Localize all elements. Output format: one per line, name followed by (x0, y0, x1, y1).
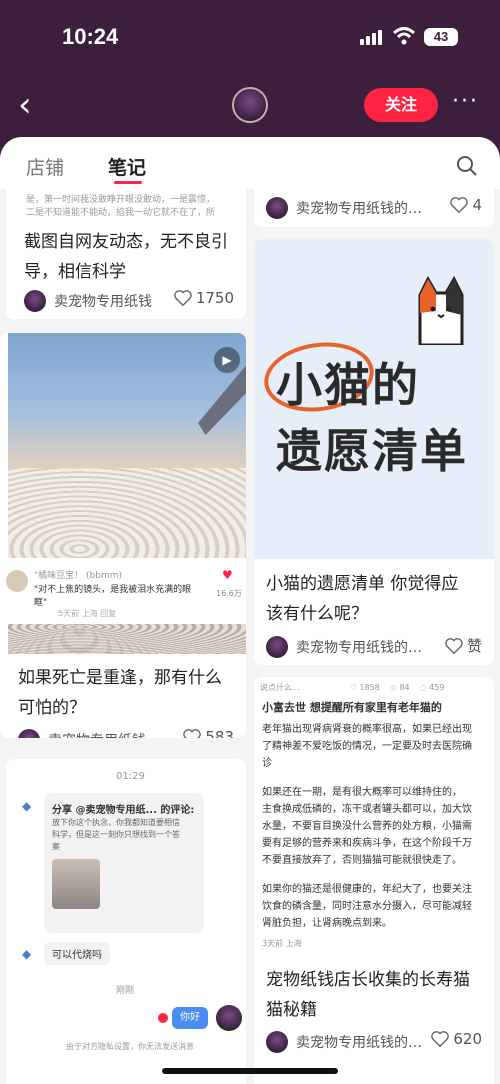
avatar[interactable] (266, 636, 288, 658)
image-text-line: 是，第一时间我没敢睁开眼没敢动，一是震惊， (26, 195, 216, 205)
like-count: 1750 (195, 289, 234, 307)
note-cover-text: 说点什么... ♡ 1858 ☆ 84 ◌ 459 小富去世 想提醒所有家里有老… (260, 683, 472, 948)
tab-bar: 店铺 笔记 (0, 137, 500, 189)
back-icon[interactable]: ‹ (18, 85, 32, 125)
avatar[interactable] (24, 290, 46, 312)
active-tab-indicator (114, 181, 142, 184)
cat-illustration (418, 275, 464, 345)
heart-icon (183, 729, 202, 738)
cover-image: 小猫的 遗愿清单 (254, 239, 494, 559)
note-meta: 卖宠物专用纸钱 1750 (6, 286, 246, 316)
shop-avatar[interactable] (232, 87, 268, 123)
note-title: 宠物纸钱店长收集的长寿猫 猫秘籍 (266, 970, 470, 1020)
note-card[interactable]: 卖宠物专用纸钱的… 4 (254, 189, 494, 227)
heart-icon (174, 290, 192, 307)
avatar[interactable] (18, 729, 40, 738)
search-icon[interactable] (456, 155, 478, 177)
follow-button[interactable]: 关注 (364, 88, 438, 122)
author-name: 卖宠物专用纸钱 (54, 294, 152, 310)
author-name: 卖宠物专用纸钱的… (296, 1035, 422, 1051)
note-title: 截图自网友动态，无不良引 导，相信科学 (24, 232, 228, 282)
like-button[interactable]: 赞 (445, 635, 482, 656)
author-name: 卖宠物专用纸钱的… (296, 640, 422, 656)
avatar (216, 1005, 242, 1031)
diamond-icon: ◆ (22, 799, 32, 813)
video-thumbnail: ▶ (8, 333, 246, 558)
chat-screenshot: 01:29 ◆ 分享 @卖宠物专用纸... 的评论: 放下你这个执念，你我都知道… (6, 759, 246, 1069)
like-button[interactable]: 1750 (174, 289, 234, 307)
top-nav: ‹ 关注 ··· (0, 75, 500, 137)
status-bar: 10:24 43 (0, 0, 500, 75)
like-count: 583 (205, 728, 234, 738)
image-text-line: 二是不知道能不能动，掐我一动它就不在了，所 (26, 208, 216, 218)
note-title: 如果死亡是重逢，那有什么 可怕的？ (18, 668, 222, 718)
battery-indicator: 43 (424, 28, 458, 46)
home-indicator[interactable] (162, 1068, 338, 1074)
cover-text: 小猫的 (276, 358, 420, 412)
heart-icon: ♥ (222, 568, 233, 582)
wifi-icon (392, 27, 416, 45)
tab-shop[interactable]: 店铺 (26, 153, 64, 180)
shared-comment-bubble: 分享 @卖宠物专用纸... 的评论: 放下你这个执念，你我都知道要相信 科学，但是… (44, 793, 204, 933)
heart-icon (450, 197, 469, 214)
status-time: 10:24 (62, 24, 119, 49)
heart-icon (445, 637, 463, 654)
note-card[interactable]: 是，第一时间我没敢睁开眼没敢动，一是震惊， 二是不知道能不能动，掐我一动它就不在… (6, 189, 246, 319)
shared-image-thumb (52, 859, 100, 909)
error-icon (158, 1013, 168, 1023)
cover-text: 遗愿清单 (276, 424, 468, 478)
note-card[interactable]: 小猫的 遗愿清单 小猫的遗愿清单 你觉得应 该有什么呢？ 卖宠物专用纸钱的… 赞 (254, 239, 494, 665)
like-button[interactable]: 4 (450, 196, 482, 214)
play-icon[interactable]: ▶ (214, 347, 240, 373)
note-meta: 卖宠物专用纸钱的… 620 (254, 1027, 494, 1057)
like-count: 赞 (466, 637, 482, 655)
signal-icon (360, 30, 382, 45)
note-title: 小猫的遗愿清单 你觉得应 该有什么呢？ (266, 574, 459, 624)
avatar[interactable] (266, 1031, 288, 1053)
more-icon[interactable]: ··· (452, 89, 479, 114)
author-name: 卖宠物专用纸钱的… (296, 201, 422, 217)
note-meta: 卖宠物专用纸钱… 583 (0, 725, 246, 738)
tab-notes[interactable]: 笔记 (108, 153, 146, 180)
avatar[interactable] (266, 197, 288, 219)
comment-overlay: "橘味豆宝！ (bbmm) "对不上焦的镜头，是我被泪水充满的眼眶" 5天前 上… (0, 558, 246, 624)
like-count: 620 (453, 1030, 482, 1048)
note-meta: 卖宠物专用纸钱的… 4 (254, 193, 494, 223)
note-card-chat[interactable]: 01:29 ◆ 分享 @卖宠物专用纸... 的评论: 放下你这个执念，你我都知道… (6, 759, 246, 1084)
like-button[interactable]: 620 (431, 1030, 482, 1048)
video-thumbnail-bottom (8, 624, 246, 654)
diamond-icon: ◆ (22, 947, 32, 961)
content-sheet: 店铺 笔记 是，第一时间我没敢睁开眼没敢动，一是震惊， 二是不知道能不能动，掐我… (0, 137, 500, 1084)
note-card-video[interactable]: ▶ "橘味豆宝！ (bbmm) "对不上焦的镜头，是我被泪水充满的眼眶" 5天前… (0, 333, 246, 738)
heart-icon (431, 1031, 450, 1048)
note-card[interactable]: 说点什么... ♡ 1858 ☆ 84 ◌ 459 小富去世 想提醒所有家里有老… (254, 677, 494, 1084)
like-button[interactable]: 583 (183, 728, 234, 738)
note-meta: 卖宠物专用纸钱的… 赞 (254, 632, 494, 662)
avatar (6, 570, 28, 592)
author-name: 卖宠物专用纸钱… (48, 730, 160, 738)
like-count: 4 (472, 196, 482, 214)
airplane-wing (198, 363, 246, 435)
